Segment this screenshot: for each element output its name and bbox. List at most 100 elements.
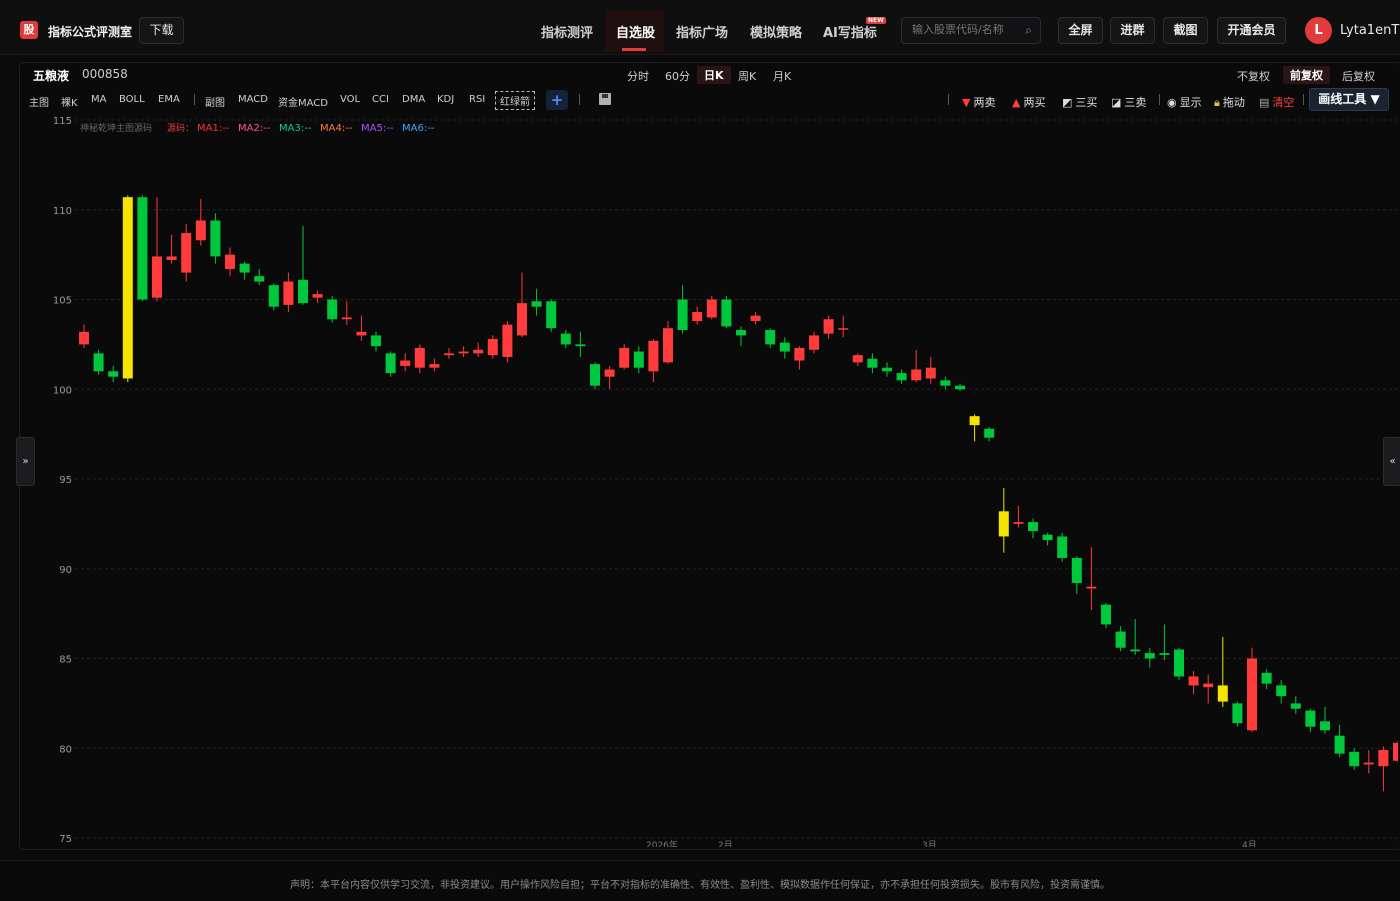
indicator-cci[interactable]: CCI: [372, 94, 389, 105]
nav-indicator-review[interactable]: 指标测评: [541, 22, 593, 41]
y-tick-label: 80: [59, 744, 72, 755]
candle-body: [458, 351, 469, 354]
candle-body: [750, 315, 761, 322]
nav-ai-write-indicator[interactable]: AI写指标: [823, 22, 877, 41]
membership-button[interactable]: 开通会员: [1217, 17, 1286, 44]
join-group-button[interactable]: 进群: [1110, 17, 1155, 44]
candle-body: [414, 347, 425, 368]
tool-three-sell-label: 三卖: [1124, 96, 1147, 109]
nav-active-underline: [622, 48, 646, 51]
y-tick-label: 75: [59, 834, 72, 845]
indicator-red-green-arrow[interactable]: 红绿箭: [495, 91, 535, 110]
candle-body: [108, 371, 119, 377]
candle-body: [633, 351, 644, 368]
separator: [579, 94, 580, 105]
period-weekly[interactable]: 周K: [738, 68, 756, 84]
candle-body: [1363, 762, 1374, 765]
y-tick-label: 105: [53, 296, 72, 307]
tool-two-buy-label: 两买: [1023, 96, 1046, 109]
candle-body: [371, 335, 381, 347]
drawing-tools-button[interactable]: 画线工具 ▼: [1309, 88, 1389, 111]
right-panel-toggle[interactable]: «: [1383, 437, 1400, 486]
separator: [948, 94, 949, 105]
tool-three-buy[interactable]: ◩ 三买: [1062, 94, 1097, 110]
stock-name: 五粮液: [33, 69, 70, 83]
lock-icon: 🔒︎: [1214, 96, 1220, 109]
screenshot-button[interactable]: 截图: [1163, 17, 1208, 44]
x-tick-label: 4月: [1242, 840, 1257, 847]
candle-body: [575, 344, 586, 347]
period-monthly[interactable]: 月K: [773, 68, 791, 84]
candle-body: [487, 338, 498, 356]
disclaimer: 声明：本平台内容仅供学习交流，非投资建议。用户操作风险自担；平台不对指标的准确性…: [290, 880, 1110, 891]
nav-indicator-square[interactable]: 指标广场: [676, 22, 728, 41]
indicator-dma[interactable]: DMA: [402, 94, 425, 105]
chart-line-icon: ◩: [1062, 96, 1073, 109]
tool-drag-label: 拖动: [1222, 96, 1245, 109]
period-60min[interactable]: 60分: [665, 68, 690, 84]
y-tick-label: 95: [59, 475, 72, 486]
add-indicator-button[interactable]: +: [546, 90, 568, 110]
tool-clear[interactable]: ▤ 清空: [1259, 94, 1294, 110]
separator: [194, 94, 195, 105]
tool-show-label: 显示: [1179, 96, 1202, 109]
tool-two-sell[interactable]: ▼ 两卖: [962, 94, 995, 110]
indicator-macd[interactable]: MACD: [238, 94, 268, 105]
nav-watchlist[interactable]: 自选股: [616, 22, 655, 41]
save-icon[interactable]: [599, 93, 611, 105]
indicator-vol[interactable]: VOL: [340, 94, 360, 105]
candle-body: [969, 416, 980, 426]
x-tick-label: 2026年: [646, 839, 678, 847]
indicator-kdj[interactable]: KDJ: [437, 94, 454, 105]
candle-body: [838, 328, 849, 330]
indicator-boll[interactable]: BOLL: [119, 94, 145, 105]
candle-body: [473, 349, 484, 354]
indicator-rsi[interactable]: RSI: [469, 94, 485, 105]
tool-three-sell[interactable]: ◪ 三卖: [1111, 94, 1146, 110]
candle-body: [1393, 742, 1398, 761]
indicator-bare-k[interactable]: 裸K: [61, 94, 78, 109]
username[interactable]: Lyta1enT: [1340, 23, 1399, 38]
candle-body: [210, 220, 221, 257]
left-panel-toggle[interactable]: »: [16, 437, 35, 486]
tool-drag[interactable]: 🔒︎ 拖动: [1214, 94, 1245, 110]
legend-ma1: MA1:--: [197, 123, 230, 134]
candle-body: [93, 353, 104, 372]
candle-body: [794, 347, 805, 361]
adjust-forward[interactable]: 前复权: [1283, 66, 1330, 84]
period-daily[interactable]: 日K: [697, 66, 731, 84]
tool-two-buy[interactable]: ▲ 两买: [1012, 94, 1045, 110]
indicator-ma[interactable]: MA: [91, 94, 106, 105]
legend-ma4: MA4:--: [320, 123, 353, 134]
legend-note: 源码：: [167, 123, 194, 134]
candle-body: [1349, 751, 1360, 767]
tool-two-sell-label: 两卖: [973, 96, 996, 109]
indicator-ema[interactable]: EMA: [158, 94, 180, 105]
adjust-backward[interactable]: 后复权: [1342, 68, 1375, 84]
candle-body: [604, 369, 615, 377]
avatar[interactable]: L: [1305, 17, 1332, 44]
search-input[interactable]: [910, 22, 1022, 37]
download-button[interactable]: 下载: [139, 17, 184, 44]
candle-body: [984, 428, 995, 438]
new-badge: NEW: [866, 17, 886, 24]
candle-body: [1247, 658, 1257, 731]
legend-source: 神秘乾坤主图源码: [80, 122, 152, 134]
legend-ma2: MA2:--: [238, 123, 271, 134]
tool-show[interactable]: ◉ 显示: [1167, 94, 1202, 110]
indicator-sub[interactable]: 副图: [205, 94, 225, 109]
stock-search[interactable]: ⌕: [901, 17, 1041, 44]
indicator-main[interactable]: 主图: [29, 94, 49, 109]
candle-body: [998, 511, 1009, 537]
indicator-fund-macd[interactable]: 资金MACD: [278, 94, 328, 109]
search-icon[interactable]: ⌕: [1025, 23, 1032, 38]
candle-body: [1232, 703, 1243, 724]
period-intraday[interactable]: 分时: [627, 68, 649, 84]
fullscreen-button[interactable]: 全屏: [1058, 17, 1103, 44]
candle-body: [882, 367, 892, 372]
candle-body: [356, 331, 367, 336]
candlestick-chart[interactable]: 75 80 85 90 95 100 105 110 115 2026年 2月 3月 4月 神秘乾坤主…: [20, 112, 1398, 847]
adjust-none[interactable]: 不复权: [1237, 68, 1270, 84]
nav-simulated-strategy[interactable]: 模拟策略: [750, 22, 802, 41]
candle-body: [268, 285, 279, 307]
